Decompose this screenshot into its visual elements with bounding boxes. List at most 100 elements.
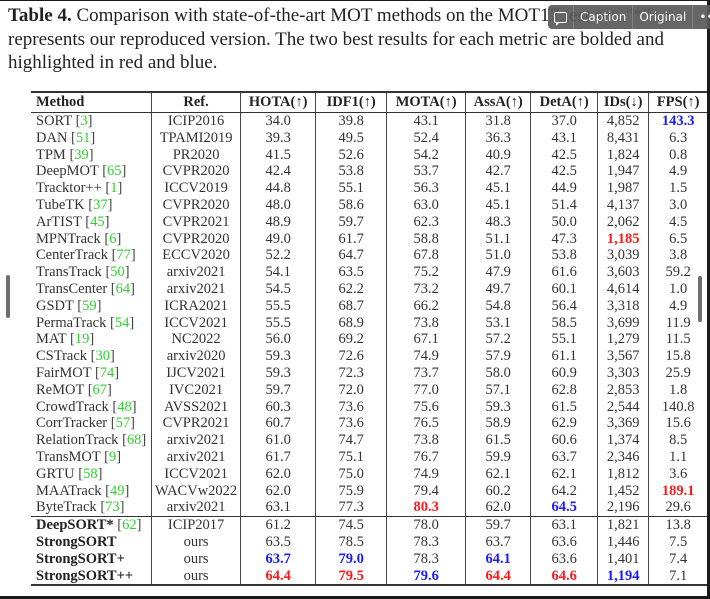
cell-ids: 1,987 <box>597 180 649 197</box>
method-name: StrongSORT+ <box>36 550 125 567</box>
table-row: GSDT [59] ICRA2021 55.5 68.7 66.2 54.8 56.4 3,3… <box>31 297 708 315</box>
method-name: TubeTK <box>36 196 85 213</box>
caption-toggle-button[interactable]: Caption <box>574 5 634 29</box>
cell-hota: 39.3 <box>240 129 316 147</box>
citation-link[interactable]: [37] <box>88 197 112 213</box>
citation-link[interactable]: [51] <box>71 130 95 146</box>
cell-deta: 63.6 <box>530 533 598 551</box>
method-name: StrongSORT <box>36 533 117 550</box>
citation-number: 19 <box>74 331 90 348</box>
citation-link[interactable]: [74] <box>95 365 119 381</box>
citation-number: 49 <box>110 482 125 499</box>
cell-mota: 79.6 <box>386 567 466 586</box>
cell-fps: 15.8 <box>648 348 708 365</box>
cell-ref: ICRA2021 <box>150 297 241 315</box>
cell-hota: 61.0 <box>240 432 316 449</box>
citation-link[interactable]: [64] <box>111 281 135 297</box>
citation-link[interactable]: [54] <box>110 315 134 331</box>
cell-fps: 4.9 <box>648 163 708 181</box>
method-name: TransCenter <box>36 280 108 297</box>
cell-hota: 62.0 <box>240 482 316 500</box>
cell-method: Tracktor++ [1] <box>31 180 152 197</box>
cell-fps: 3.6 <box>648 465 708 483</box>
citation-link[interactable]: [77] <box>112 247 136 263</box>
cell-fps: 0.8 <box>648 146 708 164</box>
cell-fps: 7.1 <box>648 567 708 586</box>
cell-mota: 53.7 <box>386 163 466 181</box>
citation-link[interactable]: [9] <box>104 449 121 465</box>
citation-link[interactable]: [48] <box>112 399 136 415</box>
citation-link[interactable]: [59] <box>77 298 101 314</box>
citation-link[interactable]: [73] <box>100 499 124 515</box>
cell-assa: 53.1 <box>465 314 531 332</box>
caption-button[interactable] <box>548 5 574 29</box>
citation-link[interactable]: [45] <box>85 214 109 230</box>
citation-link[interactable]: [39] <box>69 147 93 163</box>
citation-link[interactable]: [68] <box>122 432 146 448</box>
cell-idf1: 68.9 <box>315 314 387 332</box>
more-options-button[interactable]: ••• <box>693 5 710 29</box>
citation-link[interactable]: [49] <box>105 483 129 499</box>
cell-assa: 64.4 <box>465 567 531 586</box>
original-button[interactable]: Original <box>633 5 694 29</box>
cell-deta: 62.1 <box>530 465 598 483</box>
cell-method: CSTrack [30] <box>31 348 152 365</box>
cell-deta: 50.0 <box>530 213 598 231</box>
table-row: CSTrack [30] arxiv2020 59.3 72.6 74.9 57.9 61.… <box>31 348 708 365</box>
table-row: ReMOT [67] IVC2021 59.7 72.0 77.0 57.1 62.8 2,8… <box>31 381 708 399</box>
citation-link[interactable]: [57] <box>111 415 135 431</box>
citation-link[interactable]: [65] <box>102 163 126 179</box>
cell-ids: 4,852 <box>597 112 649 130</box>
cell-deta: 61.6 <box>530 264 598 281</box>
cell-method: TransTrack [50] <box>31 264 152 281</box>
header-hota: HOTA(↑) <box>240 92 316 113</box>
citation-link[interactable]: [62] <box>117 517 141 533</box>
cell-ids: 3,039 <box>597 247 649 265</box>
cell-deta: 44.9 <box>530 180 598 197</box>
citation-link[interactable]: [30] <box>91 348 115 364</box>
table-row: MAT [19] NC2022 56.0 69.2 67.1 57.2 55.1 1,279 1… <box>31 331 708 349</box>
method-name: TPM <box>36 146 66 163</box>
cell-assa: 36.3 <box>465 129 531 147</box>
citation-number: 45 <box>90 213 105 230</box>
table-row: MAATrack [49] WACVw2022 62.0 75.9 79.4 60.2 64… <box>31 482 708 500</box>
cell-ids: 3,318 <box>597 297 649 315</box>
citation-link[interactable]: [50] <box>105 264 129 280</box>
cell-ref: arxiv2021 <box>150 499 241 517</box>
cell-assa: 57.9 <box>465 348 531 365</box>
cell-mota: 73.7 <box>386 364 466 382</box>
citation-link[interactable]: [6] <box>104 231 121 247</box>
header-idf1: IDF1(↑) <box>315 92 387 113</box>
citation-link[interactable]: [67] <box>88 382 112 398</box>
cell-mota: 78.3 <box>386 533 466 551</box>
table-row: GRTU [58] ICCV2021 62.0 75.0 74.9 62.1 62.1 1,8… <box>31 465 708 483</box>
table-row: CrowdTrack [48] AVSS2021 60.3 73.6 75.6 59.3 6… <box>31 398 708 416</box>
cell-ref: ICCV2021 <box>150 465 241 483</box>
cell-assa: 62.1 <box>465 465 531 483</box>
cell-idf1: 53.8 <box>315 163 387 181</box>
cell-idf1: 58.6 <box>315 196 387 214</box>
citation-link[interactable]: [1] <box>105 180 122 196</box>
table-row: SORT [3] ICIP2016 34.0 39.8 43.1 31.8 37.0 4,85… <box>31 112 708 130</box>
cell-ref: ours <box>150 533 241 551</box>
cell-hota: 63.1 <box>240 499 316 517</box>
cell-assa: 57.2 <box>465 331 531 349</box>
left-scrollbar[interactable] <box>6 275 10 318</box>
citation-link[interactable]: [58] <box>78 466 102 482</box>
table-row: StrongSORT+ ours 63.7 79.0 78.3 64.1 63.6 1,401… <box>31 550 708 568</box>
cell-hota: 34.0 <box>240 112 316 130</box>
method-name: MAT <box>36 331 67 348</box>
method-name: CenterTrack <box>36 247 108 264</box>
cell-mota: 74.9 <box>386 465 466 483</box>
cell-ref: ICCV2021 <box>150 314 241 332</box>
cell-method: StrongSORT <box>31 534 152 551</box>
table-row: DAN [51] TPAMI2019 39.3 49.5 52.4 36.3 43.1 8,4… <box>31 129 708 147</box>
citation-link[interactable]: [19] <box>70 331 94 347</box>
table-row: MPNTrack [6] CVPR2020 49.0 61.7 58.8 51.1 47.3… <box>31 230 708 248</box>
cell-deta: 62.9 <box>530 415 598 433</box>
caption-button-label: Caption <box>580 10 627 24</box>
citation-link[interactable]: [3] <box>76 113 93 129</box>
cell-idf1: 79.0 <box>315 550 387 568</box>
cell-idf1: 75.1 <box>315 448 387 466</box>
method-name: DAN <box>36 129 68 146</box>
